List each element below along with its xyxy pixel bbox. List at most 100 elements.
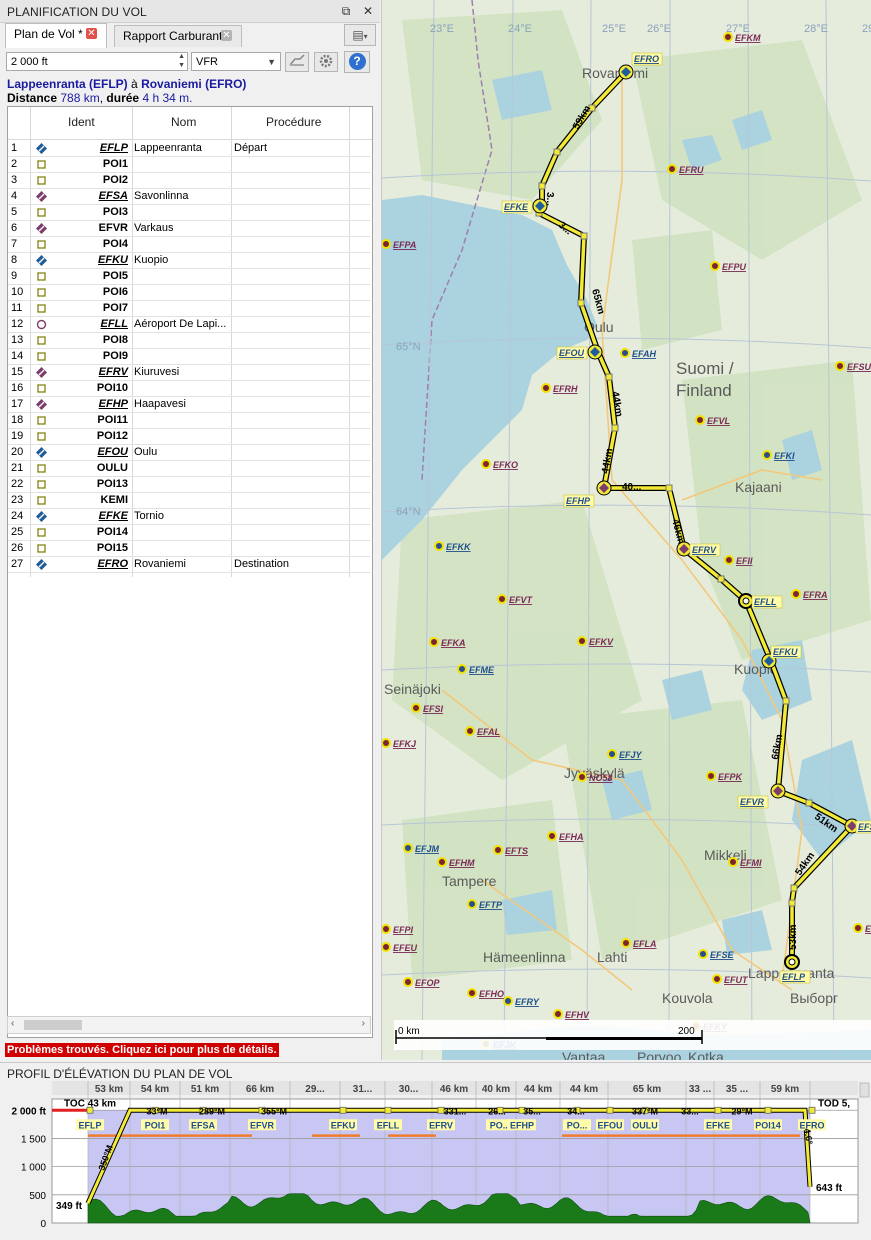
- airport-marker[interactable]: EFEU: [382, 942, 418, 953]
- table-row[interactable]: 5 POI3: [8, 205, 370, 221]
- route-waypoint-marker[interactable]: [782, 697, 790, 705]
- table-row[interactable]: 15 EFRV Kiuruvesi: [8, 365, 370, 381]
- table-row[interactable]: 4 EFSA Savonlinna: [8, 189, 370, 205]
- table-row[interactable]: 16 POI10: [8, 381, 370, 397]
- tab-flight-plan[interactable]: Plan de Vol * ✕: [5, 23, 107, 48]
- airport-marker[interactable]: EFPA: [382, 239, 416, 250]
- airport-marker[interactable]: EFOP: [403, 977, 441, 988]
- airport-marker[interactable]: NO58: [577, 772, 613, 783]
- map-canvas[interactable]: 23°E24°E26°E27°E28°E29°25°E65°N64°NRovan…: [382, 0, 871, 1060]
- airport-marker[interactable]: EFUT: [712, 974, 749, 985]
- airport-marker[interactable]: EFVL: [695, 415, 730, 426]
- airport-marker[interactable]: EFTP: [467, 899, 503, 910]
- airport-marker[interactable]: EFKV: [577, 636, 614, 647]
- table-row[interactable]: 27 EFRO Rovaniemi Destination: [8, 557, 370, 573]
- airport-marker[interactable]: EFMI: [728, 857, 762, 868]
- airport-marker[interactable]: EFJY: [607, 749, 643, 760]
- profile-waypoint-marker[interactable]: [384, 1106, 392, 1114]
- table-row[interactable]: 19 POI12: [8, 429, 370, 445]
- airport-marker[interactable]: EFKO: [481, 459, 518, 470]
- table-row[interactable]: 22 POI13: [8, 477, 370, 493]
- airport-marker[interactable]: EFVT: [497, 594, 534, 605]
- table-row[interactable]: 24 EFKE Tornio: [8, 509, 370, 525]
- route-waypoint-marker[interactable]: [538, 182, 546, 190]
- close-panel-icon[interactable]: ✕: [360, 3, 376, 19]
- route-airport-marker[interactable]: EFKE: [501, 198, 548, 214]
- route-airport-marker[interactable]: EFRV: [676, 541, 721, 557]
- table-row[interactable]: 20 EFOU Oulu: [8, 445, 370, 461]
- table-row[interactable]: 26 POI15: [8, 541, 370, 557]
- altitude-spinbox[interactable]: 2 000 ft ▲ ▼: [6, 52, 188, 71]
- table-row[interactable]: 10 POI6: [8, 285, 370, 301]
- table-row[interactable]: 7 POI4: [8, 237, 370, 253]
- airport-marker[interactable]: EFPK: [706, 771, 744, 782]
- table-row[interactable]: 17 EFHP Haapavesi: [8, 397, 370, 413]
- table-row[interactable]: 21 OULU: [8, 461, 370, 477]
- elevation-profile-chart[interactable]: 2 000 ft 1 500 1 000 500 0 53 km 54 km 51 km 66 …: [0, 1081, 871, 1240]
- airport-marker[interactable]: EFSE: [698, 949, 735, 960]
- table-row[interactable]: 23 KEMI: [8, 493, 370, 509]
- map-view[interactable]: 23°E24°E26°E27°E28°E29°25°E65°N64°NRovan…: [382, 0, 871, 1060]
- profile-waypoint-marker[interactable]: [714, 1106, 722, 1114]
- profile-waypoint-marker[interactable]: [808, 1106, 816, 1114]
- horizontal-scrollbar[interactable]: ‹ ›: [7, 1016, 371, 1034]
- route-waypoint-marker[interactable]: [790, 884, 798, 892]
- table-row[interactable]: 3 POI2: [8, 173, 370, 189]
- airport-marker[interactable]: EFJM: [403, 843, 440, 854]
- table-row[interactable]: 13 POI8: [8, 333, 370, 349]
- route-waypoint-marker[interactable]: [580, 232, 588, 240]
- airport-marker[interactable]: EFPI: [382, 924, 414, 935]
- chevron-right-icon[interactable]: ›: [362, 1018, 365, 1029]
- table-row[interactable]: 2 POI1: [8, 157, 370, 173]
- table-row[interactable]: 8 EFKU Kuopio: [8, 253, 370, 269]
- route-waypoint-marker[interactable]: [611, 424, 619, 432]
- airport-marker[interactable]: EFRU: [667, 164, 704, 175]
- column-header-procedure[interactable]: Procédure: [266, 115, 321, 129]
- route-waypoint-marker[interactable]: [717, 575, 725, 583]
- airport-marker[interactable]: EFHM: [437, 857, 475, 868]
- profile-waypoint-marker[interactable]: [606, 1106, 614, 1114]
- tab-fuel-report[interactable]: Rapport Carburant ✕: [114, 25, 242, 47]
- table-row[interactable]: 12 EFLL Aéroport De Lapi...: [8, 317, 370, 333]
- airport-marker[interactable]: EFAL: [465, 726, 500, 737]
- airport-marker[interactable]: EFHO: [467, 988, 504, 999]
- float-panel-icon[interactable]: ⧉: [338, 3, 354, 19]
- airport-marker[interactable]: EFKA: [429, 637, 466, 648]
- airport-marker[interactable]: EFLA: [621, 938, 657, 949]
- table-row[interactable]: 6 EFVR Varkaus: [8, 221, 370, 237]
- table-row[interactable]: 25 POI14: [8, 525, 370, 541]
- spin-arrows-icon[interactable]: ▲ ▼: [178, 52, 185, 70]
- table-row[interactable]: 1 EFLP Lappeenranta Départ: [8, 141, 370, 157]
- profile-waypoint-marker[interactable]: [339, 1106, 347, 1114]
- column-header-ident[interactable]: Ident: [68, 115, 95, 129]
- chevron-left-icon[interactable]: ‹: [11, 1018, 14, 1029]
- airport-marker[interactable]: EFII: [724, 555, 753, 566]
- airport-marker[interactable]: EFKM: [723, 32, 761, 43]
- airport-marker[interactable]: EFRY: [503, 996, 540, 1007]
- route-waypoint-marker[interactable]: [577, 299, 585, 307]
- route-airport-marker[interactable]: EFSA: [844, 818, 871, 834]
- climb-descent-icon[interactable]: [285, 52, 309, 72]
- gear-icon[interactable]: [314, 52, 338, 72]
- airport-marker[interactable]: EFHV: [553, 1009, 590, 1020]
- route-airport-marker[interactable]: EFLL: [738, 593, 783, 609]
- route-airport-marker[interactable]: EFOU: [556, 344, 603, 360]
- close-tab-flight-plan-icon[interactable]: ✕: [86, 28, 97, 39]
- flight-plan-table[interactable]: Ident Nom Procédure 1 EFLP Lappeenranta Dép…: [7, 106, 373, 1038]
- profile-waypoint-marker[interactable]: [764, 1106, 772, 1114]
- flight-rules-select[interactable]: VFR ▼: [191, 52, 281, 71]
- airport-marker[interactable]: EFKK: [434, 541, 472, 552]
- airport-marker[interactable]: EFME: [457, 664, 495, 675]
- profile-waypoint-marker[interactable]: [86, 1106, 94, 1114]
- route-waypoint-marker[interactable]: [788, 899, 796, 907]
- airport-marker[interactable]: EFKI: [762, 450, 795, 461]
- menu-icon[interactable]: ▤▾: [344, 24, 376, 46]
- airport-marker[interactable]: EFSI: [411, 703, 444, 714]
- column-header-nom[interactable]: Nom: [171, 115, 196, 129]
- route-waypoint-marker[interactable]: [553, 148, 561, 156]
- table-row[interactable]: 18 POI11: [8, 413, 370, 429]
- close-tab-fuel-report-icon[interactable]: ✕: [221, 30, 232, 41]
- problems-link[interactable]: Problèmes trouvés. Cliquez ici pour plus…: [5, 1043, 279, 1057]
- route-waypoint-marker[interactable]: [665, 484, 673, 492]
- airport-marker[interactable]: EFKJ: [382, 738, 417, 749]
